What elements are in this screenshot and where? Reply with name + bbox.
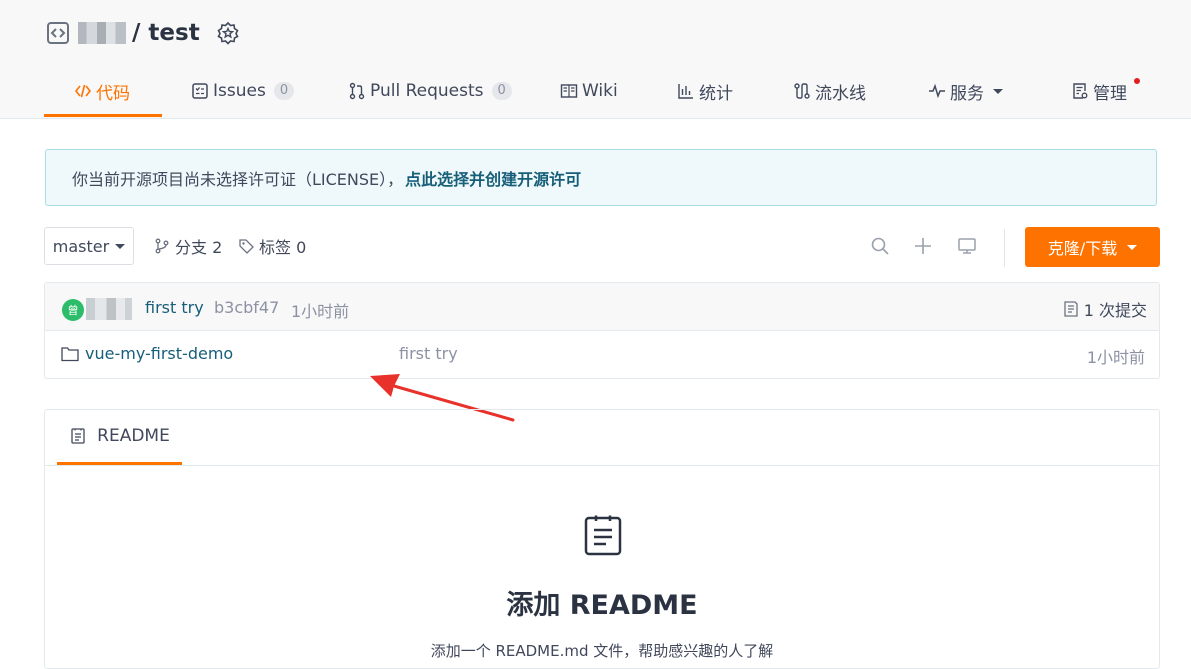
tab-label: 代码 <box>96 83 130 104</box>
pipeline-icon <box>793 82 811 100</box>
table-row[interactable]: vue-my-first-demo first try 1小时前 <box>45 331 1159 378</box>
bar-chart-icon <box>677 82 695 100</box>
settings-doc-icon <box>1071 82 1089 100</box>
branch-icon <box>154 238 170 254</box>
tab-label: Pull Requests <box>370 81 484 101</box>
branches-link[interactable]: 分支 2 <box>154 236 223 257</box>
commit-hash[interactable]: b3cbf47 <box>214 298 279 317</box>
tab-manage[interactable]: 管理 <box>1071 66 1127 116</box>
owner-name-redacted[interactable] <box>78 22 126 44</box>
notification-dot <box>1134 78 1140 84</box>
branch-name: master <box>52 236 110 256</box>
branch-select[interactable]: master <box>44 227 134 265</box>
clone-label: 克隆/下载 <box>1047 239 1118 258</box>
book-icon <box>560 82 578 100</box>
folder-icon <box>61 346 79 362</box>
code-repo-icon <box>46 21 70 45</box>
avatar[interactable]: 曾 <box>62 299 84 321</box>
notice-text: 你当前开源项目尚未选择许可证（LICENSE）， <box>72 169 404 189</box>
chevron-down-icon <box>993 88 1003 94</box>
count-badge: 0 <box>273 82 295 100</box>
tab-label: 统计 <box>699 83 733 104</box>
tab-issues[interactable]: Issues 0 <box>191 66 295 116</box>
readme-panel: README 添加 README 添加一个 README.md 文件，帮助感兴趣… <box>44 409 1160 669</box>
latest-commit-row: 曾 first try b3cbf47 1小时前 1 次提交 <box>45 283 1159 331</box>
repo-header: / test 代码 Issues 0 Pull Requests 0 Wiki … <box>0 0 1191 119</box>
repo-tabs: 代码 Issues 0 Pull Requests 0 Wiki 统计 流水线 … <box>0 66 1191 118</box>
tab-pull-requests[interactable]: Pull Requests 0 <box>348 66 512 116</box>
toolbar-divider <box>1004 229 1005 267</box>
tags-link[interactable]: 标签 0 <box>238 236 307 257</box>
active-tab-underline <box>44 114 162 117</box>
commit-count-label: 1 次提交 <box>1083 301 1147 320</box>
search-icon[interactable] <box>870 236 890 256</box>
chevron-down-icon <box>115 243 126 249</box>
web-ide-icon[interactable] <box>957 236 977 256</box>
readme-tab-label: README <box>97 426 170 446</box>
folder-name-link[interactable]: vue-my-first-demo <box>85 344 233 363</box>
recommend-badge-icon[interactable] <box>216 21 240 45</box>
tab-services[interactable]: 服务 <box>928 66 1003 116</box>
document-icon <box>583 514 623 556</box>
tab-pipeline[interactable]: 流水线 <box>793 66 866 116</box>
tab-label: Wiki <box>582 81 618 101</box>
tab-label: Issues <box>213 81 266 101</box>
repo-name[interactable]: / test <box>132 20 200 46</box>
tab-label: 服务 <box>950 83 984 104</box>
commit-message-link[interactable]: first try <box>145 298 204 317</box>
create-license-link[interactable]: 点此选择并创建开源许可 <box>405 166 581 190</box>
tab-code[interactable]: 代码 <box>74 66 130 116</box>
commit-count-link[interactable]: 1 次提交 <box>1062 297 1147 321</box>
tab-label: 管理 <box>1093 83 1127 104</box>
add-readme-subtitle: 添加一个 README.md 文件，帮助感兴趣的人了解 <box>430 642 774 660</box>
license-notice: 你当前开源项目尚未选择许可证（LICENSE）， 点此选择并创建开源许可 <box>45 149 1157 206</box>
commit-time: 1小时前 <box>291 302 350 321</box>
pull-request-icon <box>348 82 366 100</box>
clone-download-button[interactable]: 克隆/下载 <box>1025 227 1160 267</box>
repo-title: / test <box>46 17 240 49</box>
tab-readme[interactable]: README <box>57 410 182 465</box>
add-readme-title: 添加 README <box>506 590 698 621</box>
add-file-icon[interactable] <box>913 236 933 256</box>
commit-log-icon <box>1062 300 1080 318</box>
pulse-icon <box>928 82 946 100</box>
file-commit-time: 1小时前 <box>1086 348 1145 367</box>
readme-header: README <box>45 410 1159 466</box>
document-icon <box>69 427 87 445</box>
branches-label: 分支 2 <box>175 238 223 257</box>
code-icon <box>74 82 92 100</box>
tags-label: 标签 0 <box>259 238 307 257</box>
issues-icon <box>191 82 209 100</box>
tab-label: 流水线 <box>815 83 866 104</box>
chevron-down-icon <box>1127 244 1138 250</box>
tag-icon <box>238 238 254 254</box>
file-commit-message[interactable]: first try <box>399 344 458 363</box>
count-badge: 0 <box>491 82 512 100</box>
file-list: 曾 first try b3cbf47 1小时前 1 次提交 vue-my-fi… <box>44 282 1160 379</box>
author-name-redacted[interactable] <box>86 298 132 320</box>
tab-stats[interactable]: 统计 <box>677 66 733 116</box>
tab-wiki[interactable]: Wiki <box>560 66 618 116</box>
